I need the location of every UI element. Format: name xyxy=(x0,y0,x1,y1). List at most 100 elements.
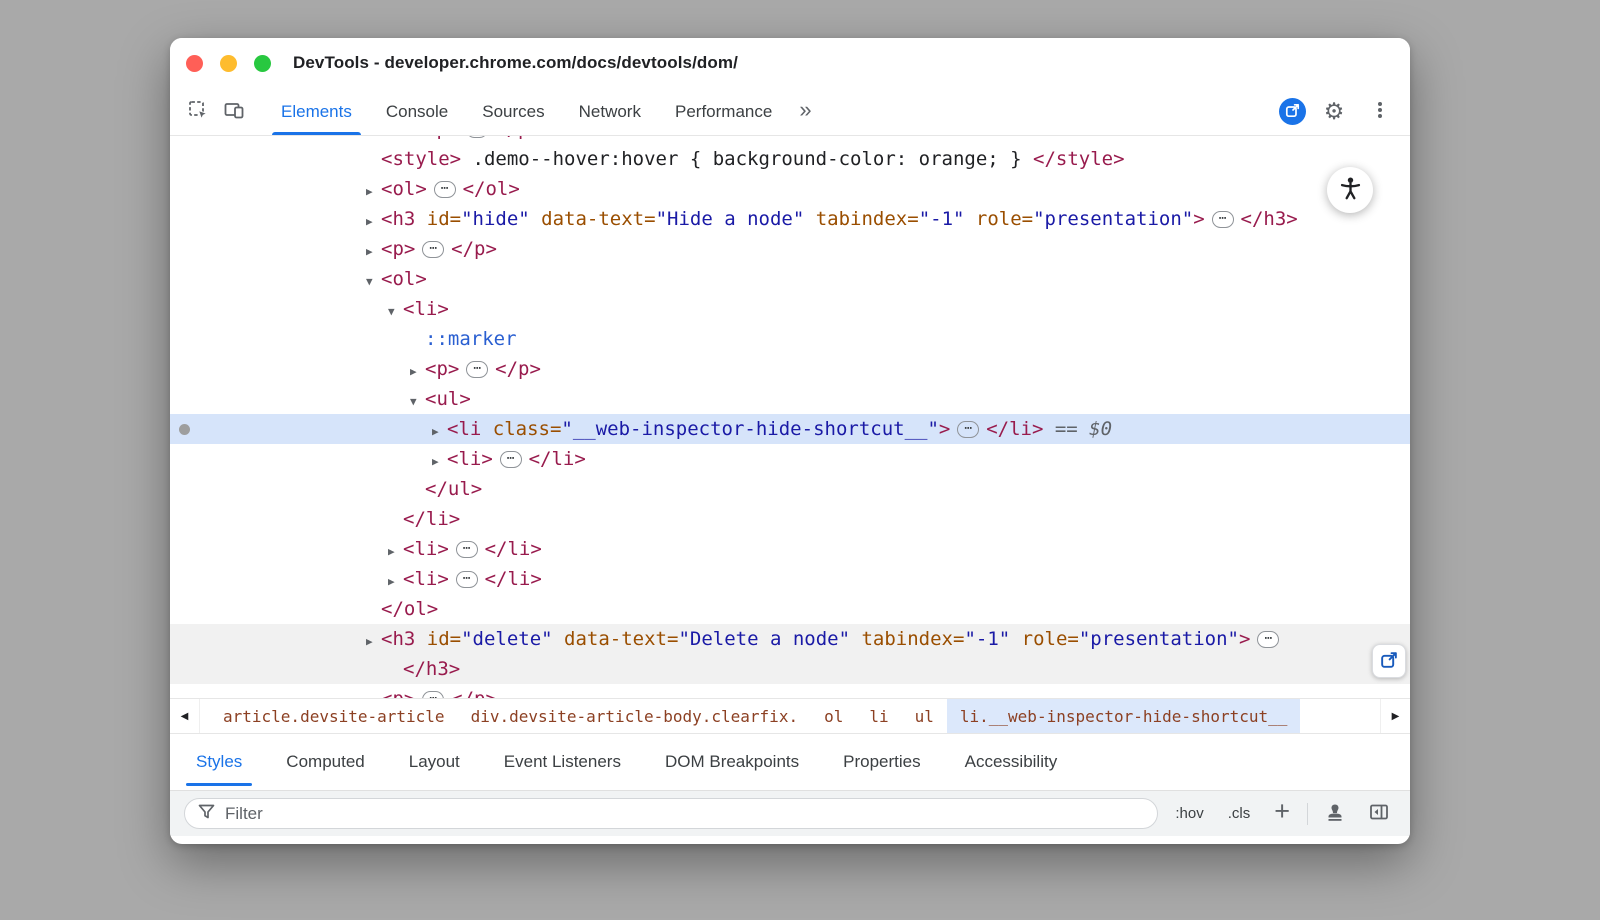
breadcrumb-scroll-right-button[interactable]: ▶ xyxy=(1380,699,1410,733)
accessibility-fab-button[interactable] xyxy=(1327,167,1373,213)
expand-arrow-icon[interactable]: ▶ xyxy=(432,447,447,477)
ellipsis-expand-button[interactable]: ⋯ xyxy=(456,571,478,588)
expand-arrow-icon[interactable]: ▶ xyxy=(366,627,381,657)
breadcrumb-item[interactable]: li xyxy=(856,699,901,733)
token-tag: <li xyxy=(447,418,481,440)
ellipsis-expand-button[interactable]: ⋯ xyxy=(456,541,478,558)
stamp-icon xyxy=(1324,801,1346,826)
window-titlebar: DevTools - developer.chrome.com/docs/dev… xyxy=(170,38,1410,88)
tab-elements[interactable]: Elements xyxy=(264,88,369,135)
inspect-cursor-icon xyxy=(187,99,209,124)
device-toolbar-icon xyxy=(223,99,245,124)
token-val: "hide" xyxy=(461,208,530,230)
dom-tree-row[interactable]: ▶<h3 id="hide" data-text="Hide a node" t… xyxy=(170,204,1410,234)
ellipsis-expand-button[interactable]: ⋯ xyxy=(1257,631,1279,648)
styles-filter-input[interactable] xyxy=(225,804,1145,824)
dom-tree-row[interactable]: ▶<li>⋯</li> xyxy=(170,444,1410,474)
feature-badge-button[interactable] xyxy=(1279,98,1306,125)
dom-tree: ▶<p>⋯</p> <style> .demo--hover:hover { ba… xyxy=(170,136,1410,698)
dom-tree-row[interactable]: ▶<p>⋯</p> xyxy=(170,684,1410,698)
panel-tab-properties[interactable]: Properties xyxy=(821,734,942,790)
minimize-window-button[interactable] xyxy=(220,55,237,72)
toggle-class-button[interactable]: .cls xyxy=(1221,801,1258,826)
toggle-sidebar-button[interactable] xyxy=(1362,797,1396,831)
breadcrumb-item[interactable]: ol xyxy=(811,699,856,733)
selected-node-dot xyxy=(179,424,190,435)
new-style-rule-button[interactable]: + xyxy=(1267,798,1297,829)
dom-tree-row[interactable]: ▼<li> xyxy=(170,294,1410,324)
expand-arrow-icon[interactable]: ▶ xyxy=(410,357,425,387)
token-tag: <li> xyxy=(403,538,449,560)
dom-tree-row[interactable]: ▼<ol> xyxy=(170,264,1410,294)
ellipsis-expand-button[interactable]: ⋯ xyxy=(1212,211,1234,228)
collapse-arrow-icon[interactable]: ▼ xyxy=(366,267,381,297)
dom-tree-row[interactable]: ▶<ol>⋯</ol> xyxy=(170,174,1410,204)
panel-tab-styles[interactable]: Styles xyxy=(174,734,264,790)
token-tag: <li> xyxy=(403,298,449,320)
breadcrumb-item[interactable]: article.devsite-article xyxy=(210,699,458,733)
ellipsis-expand-button[interactable]: ⋯ xyxy=(466,136,488,138)
styles-filter-field[interactable] xyxy=(184,798,1158,829)
ellipsis-expand-button[interactable]: ⋯ xyxy=(422,241,444,258)
token-tag: </h3> xyxy=(1241,208,1298,230)
dom-tree-row[interactable]: ▶<li class="__web-inspector-hide-shortcu… xyxy=(170,414,1410,444)
panel-tab-event-listeners[interactable]: Event Listeners xyxy=(482,734,643,790)
ellipsis-expand-button[interactable]: ⋯ xyxy=(500,451,522,468)
token-tag: </p> xyxy=(495,136,541,140)
token-tag: </li> xyxy=(986,418,1043,440)
device-toolbar-button[interactable] xyxy=(216,94,252,130)
inspect-element-button[interactable] xyxy=(180,94,216,130)
dom-tree-row[interactable]: <style> .demo--hover:hover { background-… xyxy=(170,144,1410,174)
collapse-arrow-icon[interactable]: ▼ xyxy=(410,387,425,417)
more-tabs-button[interactable]: » xyxy=(789,97,821,126)
panel-tab-layout[interactable]: Layout xyxy=(387,734,482,790)
dom-tree-row[interactable]: </ol> xyxy=(170,594,1410,624)
ellipsis-expand-button[interactable]: ⋯ xyxy=(957,421,979,438)
dom-tree-row[interactable]: ::marker xyxy=(170,324,1410,354)
token-tag: <ol> xyxy=(381,268,427,290)
settings-button[interactable]: ⚙ xyxy=(1316,94,1352,130)
square-arrow-icon xyxy=(1380,651,1398,672)
ellipsis-expand-button[interactable]: ⋯ xyxy=(466,361,488,378)
breadcrumb-item[interactable]: div.devsite-article-body.clearfix. xyxy=(458,699,812,733)
expand-arrow-icon[interactable]: ▶ xyxy=(388,567,403,597)
panel-tab-dom-breakpoints[interactable]: DOM Breakpoints xyxy=(643,734,821,790)
breadcrumb-item[interactable]: li.__web-inspector-hide-shortcut__ xyxy=(947,699,1301,733)
dom-tree-row[interactable]: ▼<ul> xyxy=(170,384,1410,414)
ellipsis-expand-button[interactable]: ⋯ xyxy=(434,181,456,198)
dom-tree-row[interactable]: ▶<p>⋯</p> xyxy=(170,136,1410,144)
dom-tree-row[interactable]: ▶<li>⋯</li> xyxy=(170,534,1410,564)
dom-tree-row[interactable]: </ul> xyxy=(170,474,1410,504)
zoom-window-button[interactable] xyxy=(254,55,271,72)
token-tag: > xyxy=(939,418,950,440)
tab-network[interactable]: Network xyxy=(562,88,658,135)
close-window-button[interactable] xyxy=(186,55,203,72)
breadcrumb-scroll-left-button[interactable]: ◀ xyxy=(170,699,200,733)
dom-tree-row[interactable]: </h3> xyxy=(170,654,1410,684)
expand-arrow-icon[interactable]: ▶ xyxy=(366,687,381,698)
tab-performance[interactable]: Performance xyxy=(658,88,789,135)
dom-tree-row[interactable]: ▶<h3 id="delete" data-text="Delete a nod… xyxy=(170,624,1410,654)
token-attr: data-text= xyxy=(530,208,656,230)
token-attr: role= xyxy=(964,208,1033,230)
element-picker-fab-button[interactable] xyxy=(1372,644,1406,678)
expand-arrow-icon[interactable]: ▶ xyxy=(432,417,447,447)
tab-sources[interactable]: Sources xyxy=(465,88,561,135)
collapse-arrow-icon[interactable]: ▼ xyxy=(388,297,403,327)
toggle-element-state-button[interactable]: :hov xyxy=(1168,801,1210,826)
panel-tab-computed[interactable]: Computed xyxy=(264,734,386,790)
tab-console[interactable]: Console xyxy=(369,88,465,135)
ellipsis-expand-button[interactable]: ⋯ xyxy=(422,691,444,698)
dom-tree-row[interactable]: ▶<li>⋯</li> xyxy=(170,564,1410,594)
dom-tree-row[interactable]: ▶<p>⋯</p> xyxy=(170,354,1410,384)
expand-arrow-icon[interactable]: ▶ xyxy=(388,537,403,567)
expand-arrow-icon[interactable]: ▶ xyxy=(366,177,381,207)
dom-tree-row[interactable]: ▶<p>⋯</p> xyxy=(170,234,1410,264)
expand-arrow-icon[interactable]: ▶ xyxy=(366,207,381,237)
rendering-stamp-button[interactable] xyxy=(1318,797,1352,831)
dom-tree-row[interactable]: </li> xyxy=(170,504,1410,534)
breadcrumb-item[interactable]: ul xyxy=(902,699,947,733)
more-options-button[interactable] xyxy=(1362,94,1398,130)
expand-arrow-icon[interactable]: ▶ xyxy=(366,237,381,267)
panel-tab-accessibility[interactable]: Accessibility xyxy=(943,734,1080,790)
